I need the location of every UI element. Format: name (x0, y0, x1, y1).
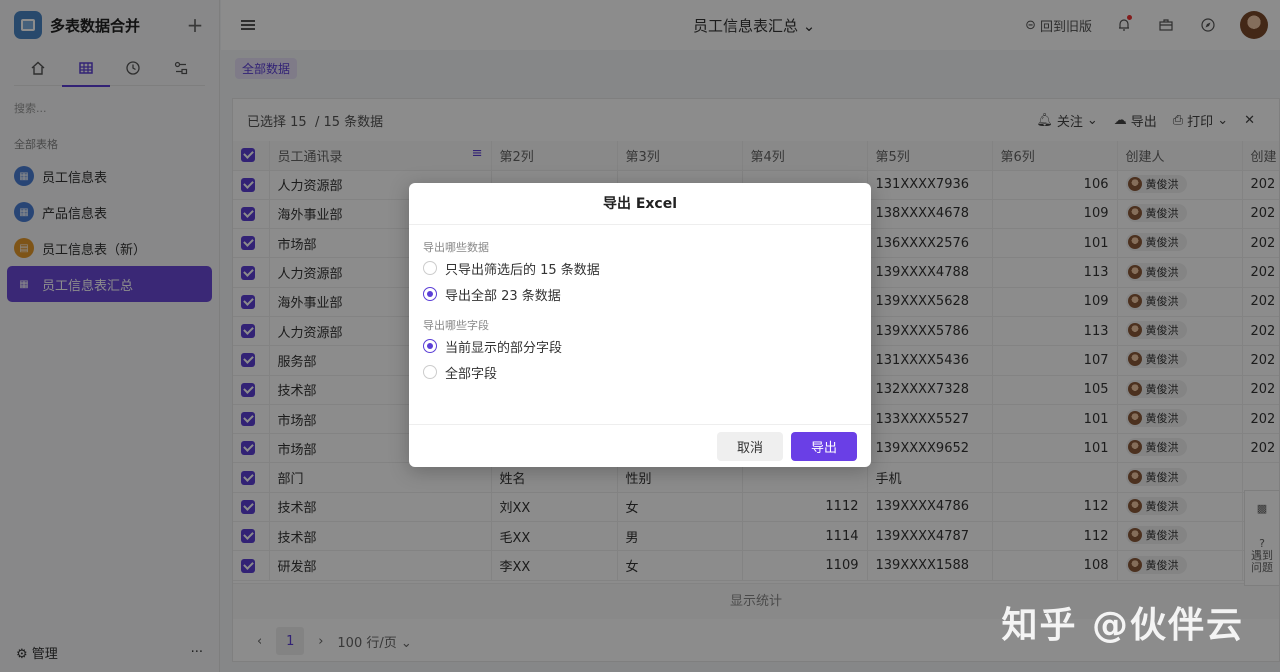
radio-label: 当前显示的部分字段 (445, 340, 563, 356)
radio-label: 导出全部 23 条数据 (445, 288, 561, 304)
radio-circle[interactable] (423, 261, 437, 275)
watermark: 知乎 @伙伴云 (1001, 605, 1244, 646)
dialog-title: 导出 Excel (409, 183, 871, 225)
radio-circle[interactable] (423, 339, 437, 353)
export-confirm-button[interactable]: 导出 (790, 431, 857, 461)
field-scope-label: 导出哪些字段 (423, 319, 489, 332)
radio-all-data[interactable]: 导出全部 23 条数据 (423, 281, 857, 307)
radio-label: 只导出筛选后的 15 条数据 (445, 262, 600, 278)
radio-circle[interactable] (423, 365, 437, 379)
dialog-footer: 取消 导出 (409, 424, 871, 467)
data-scope-label: 导出哪些数据 (423, 241, 489, 254)
dialog-body: 导出哪些数据 只导出筛选后的 15 条数据 导出全部 23 条数据 导出哪些字段… (409, 225, 871, 385)
cancel-button[interactable]: 取消 (716, 431, 783, 461)
radio-circle[interactable] (423, 287, 437, 301)
radio-all-fields[interactable]: 全部字段 (423, 359, 857, 385)
radio-label: 全部字段 (445, 366, 498, 382)
radio-filtered-data[interactable]: 只导出筛选后的 15 条数据 (423, 255, 857, 281)
radio-visible-fields[interactable]: 当前显示的部分字段 (423, 333, 857, 359)
export-excel-dialog: 导出 Excel 导出哪些数据 只导出筛选后的 15 条数据 导出全部 23 条… (409, 183, 871, 467)
